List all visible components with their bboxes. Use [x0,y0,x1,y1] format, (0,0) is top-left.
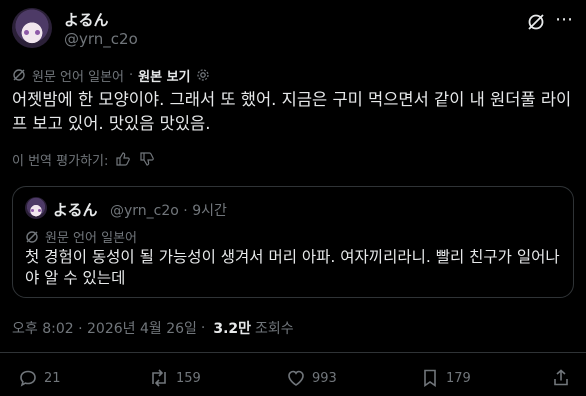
source-language-label: 원문 언어 일본어 [32,69,124,85]
like-count: 993 [312,370,337,386]
views-label: 조회수 [255,321,294,337]
repost-icon [152,369,166,387]
tweet-text: 어젯밤에 한 모양이야. 그래서 또 했어. 지금은 구미 먹으면서 같이 내 … [12,90,572,133]
quote-avatar [25,197,47,219]
timestamp[interactable]: 오후 8:02 · 2026년 4월 26일 [12,318,197,338]
separator: · [129,67,134,83]
quote-author-name: よるん [53,201,98,219]
tweet-meta: 오후 8:02 · 2026년 4월 26일 · 3.2만 조회수 [12,318,294,338]
reply-icon [20,370,36,387]
rate-translation: 이 번역 평가하기: [12,150,155,169]
quoted-tweet[interactable]: よるん @yrn_c2o · 9시간 원문 언어 일본어 첫 경험이 동성이 될… [12,186,574,298]
reply-button[interactable]: 21 [18,368,61,388]
separator: · [183,203,188,219]
translate-icon [26,230,38,243]
grok-icon[interactable] [526,12,546,32]
quote-text: 첫 경험이 동성이 될 가능성이 생겨서 머리 아파. 여자끼리라니. 빨리 친… [25,248,560,287]
quote-time: 9시간 [192,203,227,219]
repost-count: 159 [176,370,201,386]
rate-label: 이 번역 평가하기: [12,153,109,169]
bookmark-icon [424,369,436,388]
show-original-button[interactable]: 원본 보기 [138,66,190,85]
like-icon [288,370,304,386]
bookmark-button[interactable]: 179 [420,368,471,388]
bookmark-count: 179 [446,370,471,386]
author-name[interactable]: よるん [64,9,109,30]
action-bar: 21 159 993 179 [0,360,586,396]
gear-icon[interactable] [196,68,210,82]
tweet-header: よるん @yrn_c2o ⋯ [12,8,574,52]
thumbs-up-icon[interactable] [116,152,131,166]
views-count: 3.2만 [213,321,252,337]
share-icon [554,369,568,386]
quote-handle: @yrn_c2o [110,203,179,219]
author-handle[interactable]: @yrn_c2o [64,30,138,48]
quote-source-language-label: 원문 언어 일본어 [45,231,137,246]
like-button[interactable]: 993 [286,368,337,388]
translate-icon [13,69,25,81]
translation-notice: 원문 언어 일본어 · 원본 보기 [12,66,210,85]
quote-meta: @yrn_c2o · 9시간 [110,200,227,220]
repost-button[interactable]: 159 [148,368,201,388]
share-button[interactable] [551,368,577,388]
more-icon[interactable]: ⋯ [554,10,574,30]
reply-count: 21 [44,370,61,386]
avatar[interactable] [12,8,52,48]
divider [0,352,586,353]
quote-translation-notice: 원문 언어 일본어 [25,227,137,246]
thumbs-down-icon[interactable] [140,152,155,166]
separator: · [200,320,206,336]
